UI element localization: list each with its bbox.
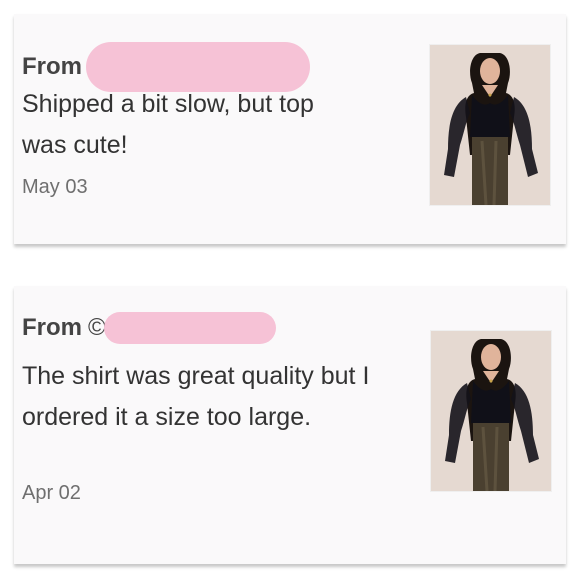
product-image xyxy=(430,45,550,206)
reviews-page: From Shipped a bit slow, but top was cut… xyxy=(0,0,580,580)
review-text: The shirt was great quality but I ordere… xyxy=(22,362,370,431)
product-thumbnail[interactable] xyxy=(430,330,552,492)
review-author-row: From © xyxy=(22,312,276,344)
review-date: Apr 02 xyxy=(22,482,81,504)
review-card[interactable]: From © The shirt was great quality but I… xyxy=(14,286,566,564)
review-date: May 03 xyxy=(22,176,88,198)
product-thumbnail[interactable] xyxy=(429,44,551,206)
review-card[interactable]: From Shipped a bit slow, but top was cut… xyxy=(14,14,566,244)
from-label: From xyxy=(22,314,82,341)
from-label: From xyxy=(22,53,82,80)
product-image xyxy=(431,331,551,492)
review-text: Shipped a bit slow, but top was cute! xyxy=(22,90,314,159)
redacted-username xyxy=(103,312,276,344)
